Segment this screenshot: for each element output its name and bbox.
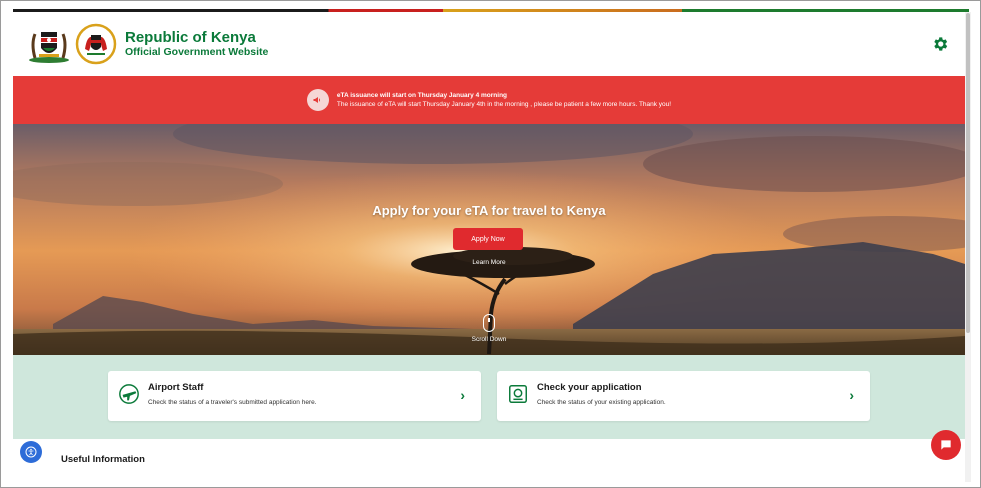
airport-staff-icon [119,384,139,404]
hero-title: Apply for your eTA for travel to Kenya [372,203,606,218]
coat-of-arms-icon [29,32,69,63]
chevron-right-icon[interactable]: › [460,387,465,403]
accessibility-icon[interactable] [20,441,42,463]
scroll-mouse-icon[interactable] [483,314,495,332]
announcement-title: eTA issuance will start on Thursday Janu… [336,92,508,99]
useful-information-heading: Useful Information [61,454,145,465]
site-header: Republic of Kenya Official Government We… [13,12,965,76]
site-subtitle: Official Government Website [125,45,269,58]
quick-links-section: Airport Staff Check the status of a trav… [13,355,965,439]
announcement-body: The issuance of eTA will start Thursday … [336,101,672,108]
airport-staff-title: Airport Staff [148,382,204,393]
hero-section: Apply for your eTA for travel to Kenya A… [13,124,965,355]
chevron-right-icon[interactable]: › [849,387,854,403]
logo-group[interactable] [27,23,117,65]
scroll-down-label[interactable]: Scroll Down [13,336,965,343]
announcement-text: eTA issuance will start on Thursday Janu… [337,91,671,109]
application-status-icon [509,385,527,403]
browser-window: Republic of Kenya Official Government We… [0,0,981,488]
megaphone-icon [306,89,329,111]
site-title: Republic of Kenya [125,28,256,46]
scrollbar-thumb[interactable] [966,13,970,333]
check-application-card[interactable]: Check your application Check the status … [497,371,870,421]
gear-icon[interactable] [931,35,949,53]
airport-staff-card[interactable]: Airport Staff Check the status of a trav… [108,371,481,421]
chat-icon[interactable] [931,430,961,460]
check-application-title: Check your application [537,382,642,393]
check-application-description: Check the status of your existing applic… [537,399,666,406]
apply-now-button[interactable]: Apply Now [453,228,523,250]
announcement-banner: eTA issuance will start on Thursday Janu… [13,76,965,124]
learn-more-link[interactable]: Learn More [13,259,965,266]
government-emblem-icon [75,23,117,65]
brand-text[interactable]: Republic of Kenya Official Government We… [125,28,269,59]
airport-staff-description: Check the status of a traveler's submitt… [148,399,317,406]
